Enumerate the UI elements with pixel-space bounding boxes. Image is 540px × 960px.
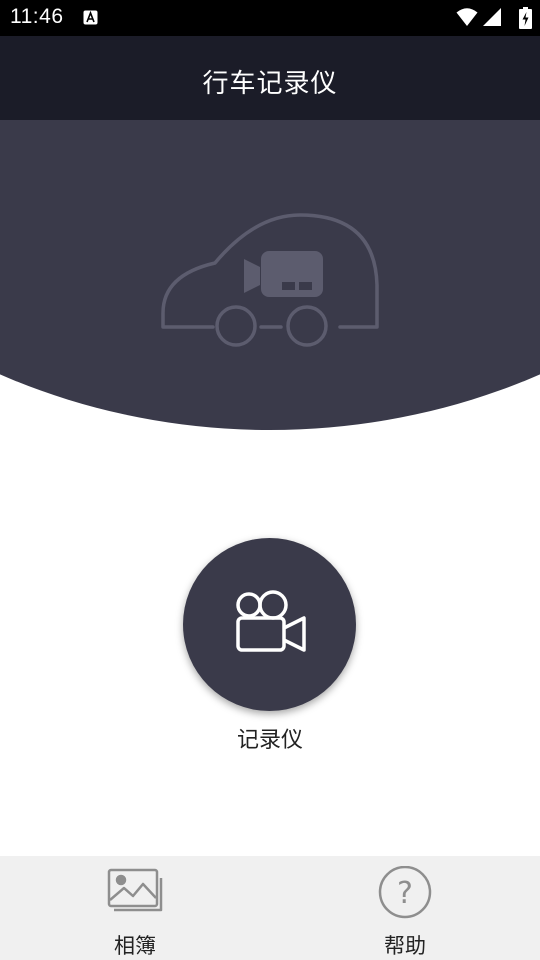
status-bar: 11:46	[0, 0, 540, 36]
recorder-label: 记录仪	[236, 728, 303, 753]
app-screen: 11:46 行车记录仪 记录仪 相簿 ? 帮助	[0, 0, 540, 960]
page-title: 行车记录仪	[202, 69, 338, 99]
signal-icon	[483, 8, 501, 26]
help-icon: ?	[378, 866, 432, 919]
car-camera-icon	[161, 213, 379, 347]
svg-text:?: ?	[397, 876, 413, 911]
nav-item-help[interactable]: ? 帮助	[270, 856, 540, 960]
nav-label-help: 帮助	[384, 934, 426, 958]
video-camera-icon	[236, 590, 306, 652]
bottom-nav: 相簿 ? 帮助	[0, 856, 540, 960]
a-notification-icon	[83, 10, 98, 25]
recorder-button[interactable]	[183, 538, 356, 711]
nav-item-album[interactable]: 相簿	[0, 856, 270, 960]
wifi-icon	[456, 8, 478, 26]
title-bar: 行车记录仪	[0, 36, 540, 120]
nav-label-album: 相簿	[114, 934, 156, 958]
status-time: 11:46	[10, 5, 64, 28]
album-icon	[107, 868, 163, 912]
battery-charging-icon	[519, 7, 532, 29]
